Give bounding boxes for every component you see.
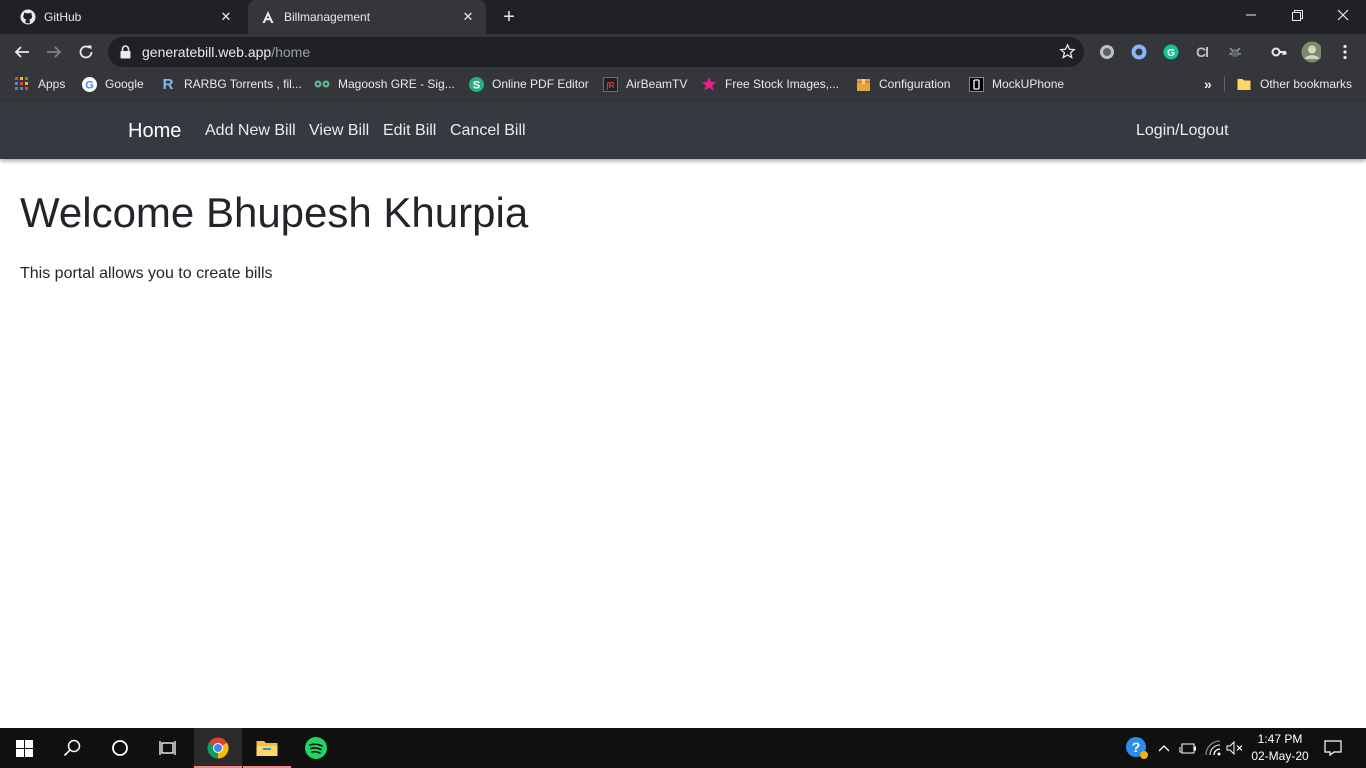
clock-date: 02-May-20 [1251, 749, 1309, 763]
lock-icon [120, 45, 131, 64]
profile-avatar[interactable] [1301, 41, 1321, 63]
extension-circle-icon[interactable] [1097, 42, 1117, 62]
restore-icon[interactable] [1274, 0, 1320, 30]
bookmark-rarbg[interactable]: R RARBG Torrents , fil... [160, 70, 302, 98]
nav-view-bill[interactable]: View Bill [309, 122, 369, 140]
welcome-heading: Welcome Bhupesh Khurpia [20, 189, 529, 236]
phone-icon [968, 76, 984, 92]
bookmark-mockuphone[interactable]: MockUPhone [968, 70, 1064, 98]
bookmark-google[interactable]: G Google [81, 70, 144, 98]
bookmark-label: Apps [38, 77, 66, 91]
svg-text:G: G [85, 79, 94, 91]
bookmark-magoosh[interactable]: Magoosh GRE - Sig... [314, 70, 455, 98]
clock-time: 1:47 PM [1257, 732, 1303, 746]
url-domain: generatebill.web.app [142, 44, 272, 60]
portal-description: This portal allows you to create bills [20, 265, 273, 282]
tab-title: GitHub [44, 10, 82, 24]
svg-text:?: ? [1132, 739, 1141, 755]
bookmark-label: MockUPhone [992, 77, 1065, 91]
github-icon [20, 9, 36, 25]
system-clock[interactable]: 1:47 PM 02-May-20 [1246, 731, 1314, 765]
angular-icon [260, 9, 276, 25]
tab-billmanagement[interactable]: Billmanagement ✕ [248, 0, 486, 34]
minimize-icon[interactable] [1228, 0, 1274, 30]
google-icon: G [81, 76, 97, 92]
bookmark-pdf-editor[interactable]: S Online PDF Editor [468, 70, 589, 98]
bookmark-label: Configuration [879, 77, 951, 91]
bookmark-label: Online PDF Editor [492, 77, 589, 91]
bookmark-label: RARBG Torrents , fil... [184, 77, 302, 91]
reload-icon[interactable] [72, 38, 100, 66]
nav-edit-bill[interactable]: Edit Bill [383, 122, 436, 140]
package-icon [855, 76, 871, 92]
search-icon[interactable] [48, 728, 96, 768]
extension-bug-icon[interactable] [1225, 42, 1245, 62]
bookmark-label: Free Stock Images,... [725, 77, 840, 91]
extension-blue-icon[interactable] [1129, 42, 1149, 62]
bookmark-label: Other bookmarks [1260, 77, 1353, 91]
svg-text:∫R: ∫R [605, 81, 614, 90]
bookmark-airbeamtv[interactable]: ∫R AirBeamTV [602, 70, 687, 98]
close-tab-icon[interactable]: ✕ [456, 5, 480, 29]
nav-add-new-bill[interactable]: Add New Bill [205, 122, 296, 140]
bookmark-other[interactable]: Other bookmarks [1236, 70, 1352, 98]
bookmark-stock-images[interactable]: Free Stock Images,... [701, 70, 839, 98]
folder-icon [1236, 76, 1252, 92]
tab-title: Billmanagement [284, 10, 371, 24]
wifi-icon[interactable] [1202, 728, 1224, 768]
cortana-icon[interactable] [96, 728, 144, 768]
bookmark-configuration[interactable]: Configuration [855, 70, 950, 98]
sejda-icon: S [468, 76, 484, 92]
star-icon [701, 76, 717, 92]
airbeam-icon: ∫R [602, 76, 618, 92]
spotify-icon[interactable] [292, 728, 340, 768]
svg-text:C: C [1196, 44, 1206, 60]
extension-c-icon[interactable]: C [1193, 42, 1213, 62]
bookmarks-divider [1224, 76, 1225, 92]
nav-home-link[interactable]: Home [128, 120, 181, 143]
close-window-icon[interactable] [1320, 0, 1366, 30]
task-view-icon[interactable] [144, 728, 192, 768]
battery-icon[interactable] [1177, 728, 1199, 768]
svg-text:S: S [472, 79, 479, 91]
nav-login-logout[interactable]: Login/Logout [1136, 122, 1229, 140]
address-bar[interactable]: generatebill.web.app/home [108, 37, 1084, 67]
apps-grid-icon [14, 76, 30, 92]
bookmark-label: Magoosh GRE - Sig... [338, 77, 455, 91]
rarbg-icon: R [162, 75, 174, 93]
grammarly-icon[interactable]: G [1161, 42, 1181, 62]
key-icon[interactable] [1269, 42, 1289, 62]
svg-text:G: G [1167, 48, 1175, 59]
bookmark-apps[interactable]: Apps [14, 70, 65, 98]
volume-muted-icon[interactable] [1224, 728, 1246, 768]
windows-taskbar: ? 1:47 PM 02-May-20 [0, 728, 1366, 768]
chevron-up-icon[interactable] [1154, 728, 1174, 768]
file-explorer-icon[interactable] [243, 728, 291, 768]
nav-cancel-bill[interactable]: Cancel Bill [450, 122, 526, 140]
menu-kebab-icon[interactable] [1335, 42, 1355, 62]
bookmark-label: Google [105, 77, 144, 91]
magoosh-icon [314, 76, 330, 92]
windows-start-icon[interactable] [0, 728, 48, 768]
tab-github[interactable]: GitHub ✕ [8, 0, 244, 34]
url-text: generatebill.web.app/home [142, 44, 310, 60]
chrome-taskbar-icon[interactable] [194, 728, 242, 768]
bookmarks-bar: Apps G Google R RARBG Torrents , fil... … [0, 70, 1366, 102]
close-tab-icon[interactable]: ✕ [214, 5, 238, 29]
bookmarks-overflow-icon[interactable]: » [1204, 70, 1212, 98]
browser-toolbar: generatebill.web.app/home G C [0, 34, 1366, 70]
forward-icon[interactable] [40, 38, 68, 66]
help-icon[interactable]: ? [1124, 728, 1150, 768]
url-path: /home [271, 44, 311, 60]
notifications-icon[interactable] [1320, 728, 1346, 768]
bookmark-star-icon[interactable] [1059, 43, 1076, 65]
app-navbar: Home Add New Bill View Bill Edit Bill Ca… [0, 102, 1366, 159]
back-icon[interactable] [8, 38, 36, 66]
bookmark-label: AirBeamTV [626, 77, 688, 91]
browser-tab-strip: GitHub ✕ Billmanagement ✕ + [0, 0, 1366, 34]
new-tab-icon[interactable]: + [497, 5, 521, 29]
